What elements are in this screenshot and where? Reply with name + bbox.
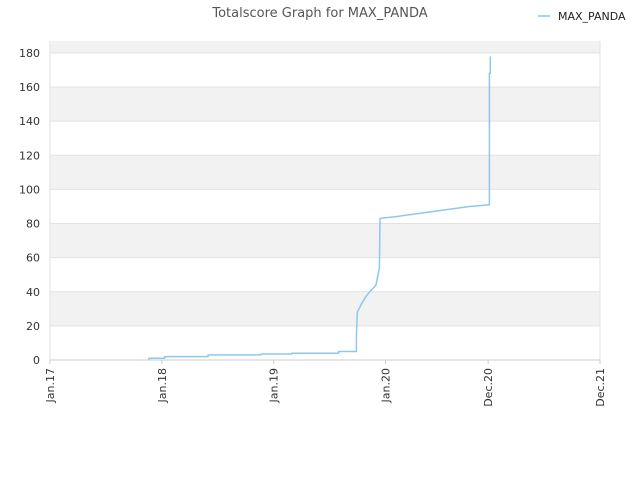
x-axis-ticks: Jan.17 Jan.18 Jan.19 Jan.20 Dec.20 Dec.21 [44,360,607,407]
x-tick-label: Jan.17 [44,368,57,403]
legend-label: MAX_PANDA [558,10,626,23]
chart-title: Totalscore Graph for MAX_PANDA [211,6,427,21]
y-tick-label: 80 [26,218,40,231]
background-band [50,189,600,224]
background-band [50,52,600,88]
y-tick-label: 160 [19,81,40,94]
x-tick-label: Jan.20 [380,368,393,403]
background-band [50,223,600,258]
x-tick-label: Jan.18 [156,368,169,403]
y-tick-label: 120 [19,149,40,162]
background-band [50,41,600,53]
y-tick-label: 20 [26,320,40,333]
x-tick-label: Jan.19 [268,368,281,403]
y-tick-label: 60 [26,252,40,265]
background-band [50,87,600,122]
y-tick-label: 180 [19,47,40,60]
y-tick-label: 140 [19,115,40,128]
totalscore-chart: 020406080100120140160180 Jan.17 Jan.18 Jan… [19,6,626,407]
y-tick-label: 100 [19,183,40,196]
y-tick-label: 0 [33,354,40,367]
background-band [50,325,600,360]
background-band [50,121,600,156]
x-tick-label: Dec.21 [594,368,607,407]
x-tick-label: Dec.20 [482,368,495,407]
y-tick-label: 40 [26,286,40,299]
legend[interactable]: MAX_PANDA [538,10,626,23]
background-bands [50,41,600,360]
background-band [50,155,600,190]
y-axis-ticks: 0 20 40 60 80 100 120 140 160 180 [19,47,40,367]
background-band [50,257,600,292]
background-band [50,291,600,326]
